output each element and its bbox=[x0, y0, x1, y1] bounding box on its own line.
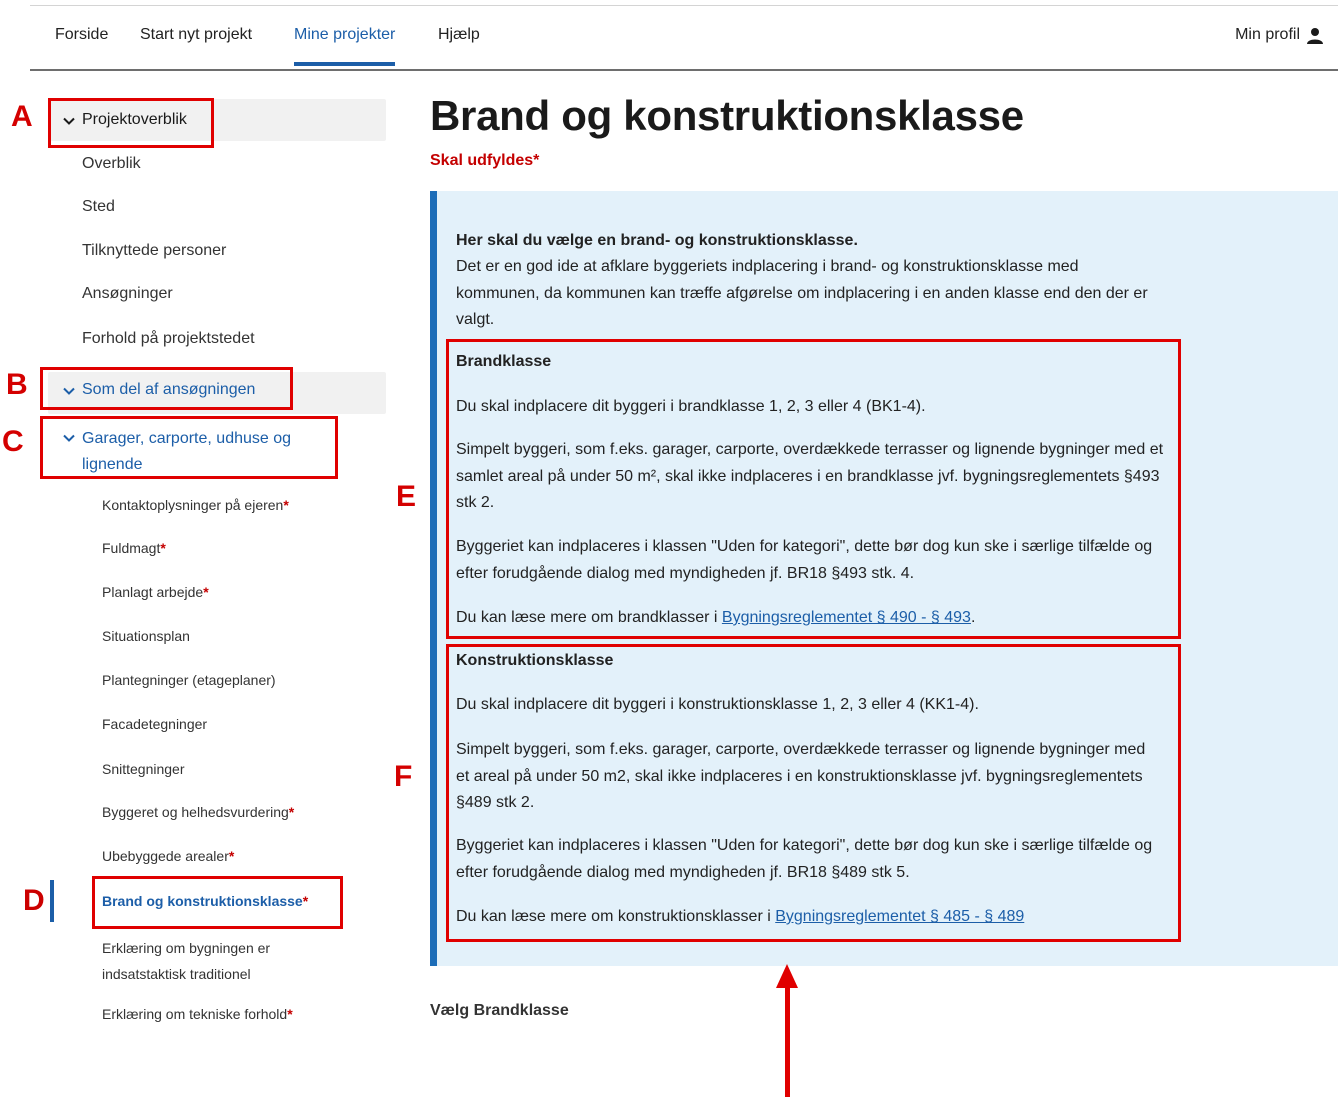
sidebar-header-som-del-af-ansoegningen[interactable]: Som del af ansøgningen bbox=[62, 381, 255, 399]
annotation-marker-c: C bbox=[2, 425, 24, 458]
konstruktionsklasse-read-more: Du kan læse mere om konstruktionsklasser… bbox=[456, 908, 1025, 925]
nav-item-forside[interactable]: Forside bbox=[55, 26, 108, 66]
sidebar-header-line: Garager, carporte, udhuse og bbox=[82, 430, 292, 447]
sidebar-item-sted[interactable]: Sted bbox=[82, 198, 115, 216]
sidebar-header-line: lignende bbox=[82, 456, 143, 473]
annotation-marker-b: B bbox=[6, 368, 28, 401]
chevron-down-icon bbox=[63, 387, 75, 395]
brandklasse-p2: Simpelt byggeri, som f.eks. garager, car… bbox=[456, 441, 1164, 511]
sidebar-subitem-situationsplan[interactable]: Situationsplan bbox=[102, 628, 190, 644]
person-icon bbox=[1307, 28, 1323, 44]
sidebar-subitem-kontaktoplysninger[interactable]: Kontaktoplysninger på ejeren* bbox=[102, 497, 289, 513]
annotation-marker-e: E bbox=[396, 480, 417, 513]
nav-item-start-nyt-projekt[interactable]: Start nyt projekt bbox=[140, 26, 252, 66]
sidebar-header-label: Som del af ansøgningen bbox=[82, 381, 256, 398]
brandklasse-read-more: Du kan læse mere om brandklasser i Bygni… bbox=[456, 609, 976, 626]
sidebar-header-label: Projektoverblik bbox=[82, 111, 187, 128]
annotation-marker-a: A bbox=[11, 100, 33, 133]
konstruktionsklasse-p2: Simpelt byggeri, som f.eks. garager, car… bbox=[456, 741, 1146, 811]
sidebar-subitem-planlagt-arbejde[interactable]: Planlagt arbejde* bbox=[102, 584, 209, 600]
brandklasse-link[interactable]: Bygningsreglementet § 490 - § 493 bbox=[722, 609, 971, 626]
sidebar-item-overblik[interactable]: Overblik bbox=[82, 155, 141, 173]
intro-heading: Her skal du vælge en brand- og konstrukt… bbox=[456, 232, 858, 249]
sidebar-subitem-erklaering-tekniske-forhold[interactable]: Erklæring om tekniske forhold* bbox=[102, 1006, 293, 1022]
choose-brandklasse-label: Vælg Brandklasse bbox=[430, 1002, 569, 1019]
annotation-arrow-head bbox=[776, 964, 798, 988]
annotation-marker-f: F bbox=[394, 760, 413, 793]
sidebar-subitem-brand-og-konstruktionsklasse[interactable]: Brand og konstruktionsklasse* bbox=[102, 893, 308, 909]
top-navigation: Forside Start nyt projekt Mine projekter… bbox=[30, 0, 1338, 71]
chevron-down-icon bbox=[63, 434, 75, 442]
sidebar-subitem-ubebyggede-arealer[interactable]: Ubebyggede arealer* bbox=[102, 848, 234, 864]
konstruktionsklasse-link[interactable]: Bygningsreglementet § 485 - § 489 bbox=[775, 908, 1024, 925]
required-note: Skal udfyldes* bbox=[430, 152, 540, 169]
sidebar-subitem-byggeret[interactable]: Byggeret og helhedsvurdering* bbox=[102, 804, 294, 820]
brandklasse-p1: Du skal indplacere dit byggeri i brandkl… bbox=[456, 398, 926, 415]
sidebar-item-forhold[interactable]: Forhold på projektstedet bbox=[82, 330, 255, 348]
nav-item-mine-projekter[interactable]: Mine projekter bbox=[294, 26, 396, 66]
sidebar-item-ansoegninger[interactable]: Ansøgninger bbox=[82, 285, 173, 303]
intro-text: Det er en god ide at afklare byggeriets … bbox=[456, 258, 1148, 328]
chevron-down-icon bbox=[63, 117, 75, 125]
annotation-marker-d: D bbox=[23, 884, 45, 917]
sidebar-subitem-fuldmagt[interactable]: Fuldmagt* bbox=[102, 540, 166, 556]
sidebar-item-tilknyttede-personer[interactable]: Tilknyttede personer bbox=[82, 242, 226, 260]
nav-item-hjaelp[interactable]: Hjælp bbox=[438, 26, 480, 66]
sidebar-header-label: Garager, carporte, udhuse og lignende bbox=[82, 426, 291, 478]
brandklasse-p3: Byggeriet kan indplaceres i klassen "Ude… bbox=[456, 538, 1153, 582]
annotation-arrow-shaft bbox=[785, 986, 790, 1097]
sidebar-header-garager[interactable]: Garager, carporte, udhuse og lignende bbox=[62, 426, 291, 478]
sidebar-subitem-plantegninger[interactable]: Plantegninger (etageplaner) bbox=[102, 672, 276, 688]
sidebar-header-projektoverblik[interactable]: Projektoverblik bbox=[62, 111, 187, 129]
current-item-indicator bbox=[50, 880, 54, 922]
sidebar-subitem-facadetegninger[interactable]: Facadetegninger bbox=[102, 716, 207, 732]
konstruktionsklasse-p1: Du skal indplacere dit byggeri i konstru… bbox=[456, 696, 979, 713]
profile-label: Min profil bbox=[1235, 26, 1300, 43]
konstruktionsklasse-heading: Konstruktionsklasse bbox=[456, 652, 614, 669]
konstruktionsklasse-p3: Byggeriet kan indplaceres i klassen "Ude… bbox=[456, 837, 1153, 881]
sidebar-subitem-erklaering-indsatstaktisk[interactable]: Erklæring om bygningen er indsatstaktisk … bbox=[102, 935, 270, 987]
page-title: Brand og konstruktionsklasse bbox=[430, 92, 1024, 139]
profile-menu[interactable]: Min profil bbox=[1235, 26, 1324, 45]
sidebar-subitem-snittegninger[interactable]: Snittegninger bbox=[102, 761, 185, 777]
brandklasse-heading: Brandklasse bbox=[456, 353, 552, 370]
